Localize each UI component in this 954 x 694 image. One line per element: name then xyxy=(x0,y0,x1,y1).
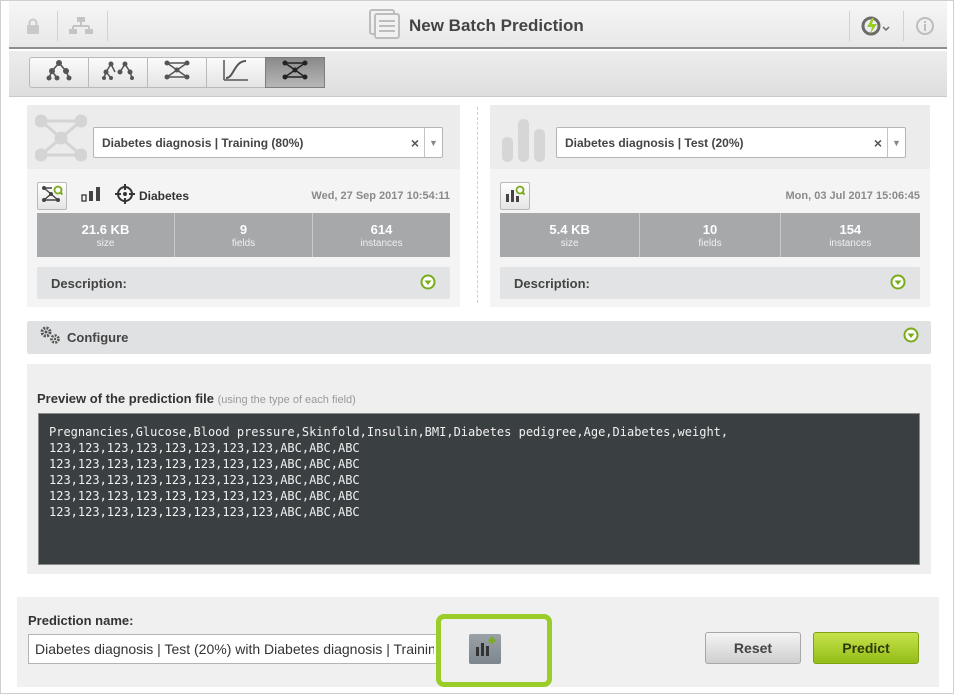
stat-instances: 614 instances xyxy=(313,213,450,257)
stat-value: 5.4 KB xyxy=(549,221,590,237)
stat-label: instances xyxy=(360,237,403,249)
model-select[interactable]: Diabetes diagnosis | Training (80%) × ▼ xyxy=(93,127,443,158)
dataset-panel: Diabetes diagnosis | Test (20%) × ▼ Mon,… xyxy=(490,105,930,307)
dataset-meta-row: Mon, 03 Jul 2017 15:06:45 xyxy=(500,181,920,211)
model-watermark-icon xyxy=(34,113,88,168)
dataset-watermark-icon xyxy=(500,117,548,168)
add-fields-button[interactable] xyxy=(469,634,501,664)
model-description-toggle[interactable]: Description: xyxy=(37,267,450,299)
gears-icon xyxy=(39,325,61,350)
stat-size: 21.6 KB size xyxy=(37,213,175,257)
prediction-name-label: Prediction name: xyxy=(28,613,134,628)
reset-button[interactable]: Reset xyxy=(705,632,801,664)
expand-toggle-icon[interactable] xyxy=(903,327,919,348)
model-type-tabs xyxy=(9,51,947,97)
app-window: New Batch Prediction Diabetes diagnosis … xyxy=(0,0,954,694)
expand-toggle-icon[interactable] xyxy=(420,274,436,293)
stat-label: instances xyxy=(829,237,872,249)
title-bar: New Batch Prediction xyxy=(9,1,947,49)
logistic-icon xyxy=(164,59,190,86)
dataset-description-toggle[interactable]: Description: xyxy=(500,267,920,299)
predict-button[interactable]: Predict xyxy=(813,632,919,664)
prediction-file-preview: Preview of the prediction file (using th… xyxy=(27,364,931,574)
tab-logistic-regression[interactable] xyxy=(147,57,207,88)
clear-dataset-icon[interactable]: × xyxy=(869,135,887,151)
stat-value: 10 xyxy=(702,221,718,237)
objective-field-name: Diabetes xyxy=(139,189,190,203)
page-title: New Batch Prediction xyxy=(409,16,584,35)
model-view-button[interactable] xyxy=(37,182,67,210)
dataset-select-value: Diabetes diagnosis | Test (20%) xyxy=(565,135,744,150)
tab-deepnet[interactable] xyxy=(206,57,266,88)
preview-title-text: Preview of the prediction file xyxy=(37,391,214,406)
prediction-name-input[interactable] xyxy=(28,634,441,664)
network-icon xyxy=(282,59,308,86)
stat-label: size xyxy=(560,237,579,249)
model-tree-icon xyxy=(46,59,72,86)
model-meta-row: Diabetes Wed, 27 Sep 2017 10:54:11 xyxy=(37,181,450,211)
target-objective-icon xyxy=(115,183,135,209)
dataset-search-icon xyxy=(504,185,526,208)
tab-ensemble[interactable] xyxy=(88,57,148,88)
model-date: Wed, 27 Sep 2017 10:54:11 xyxy=(311,190,450,202)
stat-value: 154 xyxy=(839,221,862,237)
info-icon[interactable] xyxy=(907,9,943,43)
description-label: Description: xyxy=(514,275,590,291)
dataset-select-area: Diabetes diagnosis | Test (20%) × ▼ xyxy=(490,105,930,169)
clear-model-icon[interactable]: × xyxy=(406,135,424,151)
description-label: Description: xyxy=(51,275,127,291)
dataset-view-button[interactable] xyxy=(500,182,530,210)
chevron-down-icon[interactable]: ▼ xyxy=(887,128,905,157)
model-panel: Diabetes diagnosis | Training (80%) × ▼ … xyxy=(27,105,460,307)
preview-hint: (using the type of each field) xyxy=(217,394,356,406)
model-select-area: Diabetes diagnosis | Training (80%) × ▼ xyxy=(27,105,460,169)
expand-toggle-icon[interactable] xyxy=(890,274,906,293)
stat-value: 21.6 KB xyxy=(81,221,130,237)
stat-size: 5.4 KB size xyxy=(500,213,641,257)
dataset-date: Mon, 03 Jul 2017 15:06:45 xyxy=(785,190,920,202)
lock-icon[interactable] xyxy=(15,9,51,43)
configure-label: Configure xyxy=(67,330,129,345)
network-search-icon xyxy=(41,185,64,208)
chevron-down-icon[interactable]: ▼ xyxy=(424,128,442,157)
model-select-value: Diabetes diagnosis | Training (80%) xyxy=(102,135,304,150)
dataset-select[interactable]: Diabetes diagnosis | Test (20%) × ▼ xyxy=(556,127,906,158)
stat-fields: 9 fields xyxy=(175,213,313,257)
prediction-footer: Prediction name: Reset Predict xyxy=(17,597,939,687)
dashboard-toggle-icon[interactable] xyxy=(857,9,893,43)
stat-value: 9 xyxy=(239,221,248,237)
panel-divider xyxy=(477,107,478,303)
preview-content: Pregnancies,Glucose,Blood pressure,Skinf… xyxy=(38,413,920,565)
bar-chart-icon[interactable] xyxy=(81,186,103,207)
model-stats: 21.6 KB size 9 fields 614 instances xyxy=(37,213,450,257)
stat-label: size xyxy=(96,237,115,249)
preview-title: Preview of the prediction file (using th… xyxy=(37,391,356,406)
tab-fusion[interactable] xyxy=(265,57,325,88)
stat-value: 614 xyxy=(370,221,393,237)
deepnet-curve-icon xyxy=(223,59,249,86)
configure-toggle[interactable]: Configure xyxy=(27,321,931,354)
stat-label: fields xyxy=(231,237,256,249)
tree-structure-icon[interactable] xyxy=(63,9,99,43)
bar-chart-plus-icon xyxy=(473,636,497,663)
dataset-stats: 5.4 KB size 10 fields 154 instances xyxy=(500,213,920,257)
batch-prediction-icon xyxy=(369,8,401,44)
stat-instances: 154 instances xyxy=(781,213,920,257)
stat-label: fields xyxy=(698,237,722,249)
stat-fields: 10 fields xyxy=(640,213,781,257)
ensemble-icon xyxy=(101,59,135,86)
tab-model[interactable] xyxy=(29,57,89,88)
